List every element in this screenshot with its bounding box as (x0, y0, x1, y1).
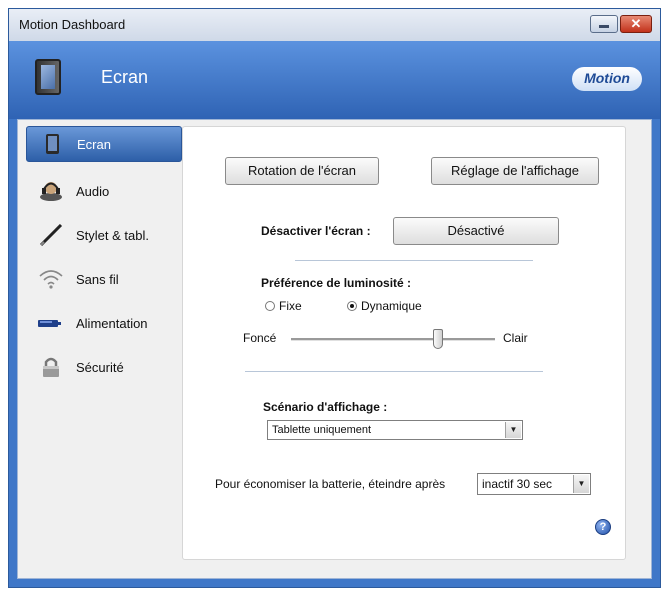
display-settings-button[interactable]: Réglage de l'affichage (431, 157, 599, 185)
scenario-select[interactable]: Tablette uniquement ▼ (267, 420, 523, 440)
motion-logo: Motion (572, 67, 642, 91)
header-banner: Ecran Motion (9, 41, 660, 119)
battery-label: Pour économiser la batterie, éteindre ap… (215, 477, 446, 491)
title-bar: Motion Dashboard ✕ (9, 9, 660, 41)
sidebar-item-ecran[interactable]: Ecran (26, 126, 182, 162)
fixed-radio[interactable] (265, 301, 275, 311)
brightness-label: Préférence de luminosité : (261, 276, 412, 290)
sidebar-item-stylet[interactable]: Stylet & tabl. (26, 214, 182, 258)
brightness-slider-track (291, 338, 495, 341)
divider (295, 260, 533, 261)
window: Motion Dashboard ✕ Ecran Motion Ecran Au… (8, 8, 661, 588)
content-area: Ecran Audio Stylet & tabl. Sans fil Alim… (17, 119, 652, 579)
tablet-icon (46, 134, 59, 154)
slider-max-label: Clair (503, 331, 528, 345)
disable-screen-label: Désactiver l'écran : (261, 224, 371, 238)
battery-timeout-select[interactable]: inactif 30 sec ▼ (477, 473, 591, 495)
chevron-down-icon[interactable]: ▼ (505, 422, 521, 438)
sidebar-item-label: Audio (76, 184, 110, 199)
minimize-button[interactable] (590, 15, 618, 33)
settings-panel: Rotation de l'écran Réglage de l'afficha… (182, 126, 626, 560)
dynamic-radio[interactable] (347, 301, 357, 311)
scenario-value: Tablette uniquement (272, 424, 372, 436)
pen-icon (39, 224, 63, 246)
sidebar-item-label: Ecran (77, 137, 111, 152)
tablet-icon (35, 59, 61, 95)
fixed-radio-label: Fixe (279, 299, 302, 313)
headset-icon (40, 182, 62, 201)
sidebar-item-alimentation[interactable]: Alimentation (26, 302, 182, 346)
sidebar-item-sans-fil[interactable]: Sans fil (26, 258, 182, 302)
close-icon: ✕ (630, 16, 642, 31)
battery-icon (38, 320, 61, 327)
help-icon[interactable]: ? (595, 519, 611, 535)
scenario-label: Scénario d'affichage : (263, 400, 388, 414)
window-title: Motion Dashboard (19, 17, 126, 32)
sidebar-item-securite[interactable]: Sécurité (26, 346, 182, 390)
close-button[interactable]: ✕ (620, 15, 652, 33)
battery-timeout-value: inactif 30 sec (482, 477, 553, 491)
divider (245, 371, 543, 372)
sidebar-item-label: Alimentation (76, 316, 148, 331)
section-title: Ecran (101, 67, 149, 87)
wireless-icon (39, 270, 63, 289)
disable-screen-button[interactable]: Désactivé (393, 217, 559, 245)
slider-min-label: Foncé (243, 331, 277, 345)
sidebar-item-audio[interactable]: Audio (26, 170, 182, 214)
chevron-down-icon[interactable]: ▼ (573, 475, 589, 493)
rotation-button[interactable]: Rotation de l'écran (225, 157, 379, 185)
brightness-slider-thumb[interactable] (432, 329, 443, 349)
lock-icon (43, 357, 59, 377)
sidebar-item-label: Sans fil (76, 272, 119, 287)
sidebar-item-label: Stylet & tabl. (76, 228, 149, 243)
sidebar-item-label: Sécurité (76, 360, 124, 375)
dynamic-radio-label: Dynamique (361, 299, 422, 313)
sidebar: Ecran Audio Stylet & tabl. Sans fil Alim… (26, 126, 182, 390)
